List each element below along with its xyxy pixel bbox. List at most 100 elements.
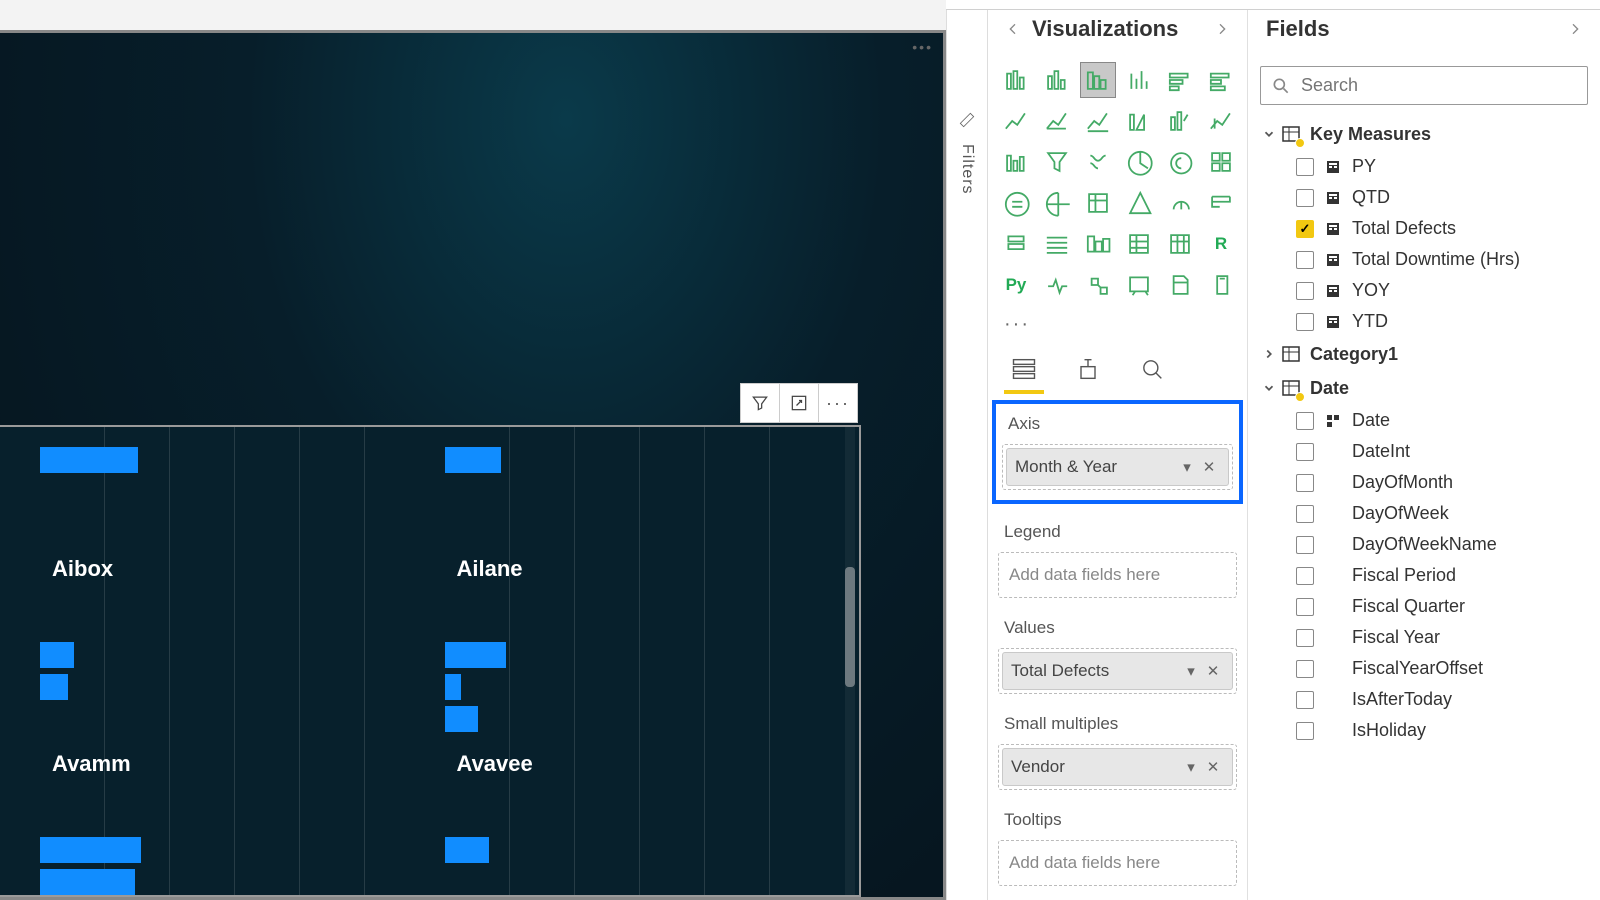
remove-icon[interactable]: ✕ (1202, 758, 1224, 776)
viz-type-icon[interactable] (1121, 185, 1157, 221)
field-row[interactable]: Total Downtime (Hrs) (1256, 244, 1592, 275)
field-checkbox[interactable] (1296, 536, 1314, 554)
fields-collapse-icon[interactable] (1562, 16, 1588, 42)
scrollbar-thumb[interactable] (845, 567, 855, 687)
viz-type-icon[interactable] (998, 144, 1034, 180)
fields-search-input[interactable] (1301, 75, 1577, 96)
field-row[interactable]: PY (1256, 151, 1592, 182)
viz-type-icon[interactable] (1039, 267, 1075, 303)
viz-type-icon[interactable] (1203, 62, 1239, 98)
visual-scrollbar[interactable] (845, 427, 855, 895)
viz-type-icon[interactable] (1121, 62, 1157, 98)
viz-type-icon[interactable] (1162, 267, 1198, 303)
table-row[interactable]: Date (1256, 371, 1592, 405)
field-checkbox[interactable] (1296, 474, 1314, 492)
field-checkbox[interactable] (1296, 567, 1314, 585)
fields-search[interactable] (1260, 66, 1588, 105)
field-checkbox[interactable] (1296, 220, 1314, 238)
viz-type-icon[interactable] (1080, 185, 1116, 221)
viz-type-icon[interactable] (1039, 144, 1075, 180)
field-row[interactable]: IsHoliday (1256, 715, 1592, 746)
viz-type-icon[interactable] (1080, 103, 1116, 139)
field-checkbox[interactable] (1296, 722, 1314, 740)
viz-type-icon[interactable] (1162, 144, 1198, 180)
small-multiples-visual[interactable]: AiboxAilaneAvammAvaveeBlognationBlogpad (0, 425, 861, 897)
viz-collapse-left-icon[interactable] (1000, 16, 1026, 42)
viz-type-icon[interactable] (998, 62, 1034, 98)
legend-well[interactable]: Add data fields here (998, 552, 1237, 598)
viz-type-icon[interactable] (1162, 103, 1198, 139)
table-row[interactable]: Category1 (1256, 337, 1592, 371)
filters-pane-collapsed[interactable]: Filters (946, 0, 988, 900)
analytics-tab-icon[interactable] (1132, 352, 1172, 386)
field-row[interactable]: FiscalYearOffset (1256, 653, 1592, 684)
bar[interactable] (40, 837, 141, 863)
bar[interactable] (40, 642, 74, 668)
chevron-down-icon[interactable]: ▾ (1180, 662, 1202, 680)
viz-type-icon[interactable] (1162, 62, 1198, 98)
field-row[interactable]: DayOfWeekName (1256, 529, 1592, 560)
viz-type-icon[interactable] (1039, 62, 1075, 98)
field-row[interactable]: DateInt (1256, 436, 1592, 467)
field-checkbox[interactable] (1296, 691, 1314, 709)
viz-type-icon[interactable] (1039, 103, 1075, 139)
visual-more-icon[interactable]: ··· (818, 383, 858, 423)
field-row[interactable]: DayOfMonth (1256, 467, 1592, 498)
tooltips-well[interactable]: Add data fields here (998, 840, 1237, 886)
viz-type-icon[interactable]: R (1203, 226, 1239, 262)
field-row[interactable]: YTD (1256, 306, 1592, 337)
viz-type-icon[interactable] (1080, 62, 1116, 98)
field-checkbox[interactable] (1296, 251, 1314, 269)
viz-type-icon[interactable]: Py (998, 267, 1034, 303)
field-checkbox[interactable] (1296, 629, 1314, 647)
values-well[interactable]: Total Defects ▾ ✕ (998, 648, 1237, 694)
field-row[interactable]: Fiscal Quarter (1256, 591, 1592, 622)
viz-more-icon[interactable]: ··· (996, 309, 1239, 346)
visual-filter-icon[interactable] (740, 383, 780, 423)
viz-type-icon[interactable] (998, 185, 1034, 221)
field-checkbox[interactable] (1296, 313, 1314, 331)
viz-type-icon[interactable] (1121, 267, 1157, 303)
axis-well[interactable]: Month & Year ▾ ✕ (1002, 444, 1233, 490)
fields-tab-icon[interactable] (1004, 352, 1044, 386)
bar[interactable] (40, 674, 68, 700)
bar[interactable] (445, 674, 462, 700)
field-row[interactable]: Fiscal Period (1256, 560, 1592, 591)
small-multiples-well[interactable]: Vendor ▾ ✕ (998, 744, 1237, 790)
viz-type-icon[interactable] (1039, 226, 1075, 262)
remove-icon[interactable]: ✕ (1202, 662, 1224, 680)
format-tab-icon[interactable] (1068, 352, 1108, 386)
field-row[interactable]: IsAfterToday (1256, 684, 1592, 715)
focus-mode-icon[interactable] (779, 383, 819, 423)
field-row[interactable]: DayOfWeek (1256, 498, 1592, 529)
field-row[interactable]: Total Defects (1256, 213, 1592, 244)
field-checkbox[interactable] (1296, 443, 1314, 461)
axis-pill[interactable]: Month & Year ▾ ✕ (1006, 448, 1229, 486)
viz-type-icon[interactable] (1121, 103, 1157, 139)
viz-type-icon[interactable] (1203, 185, 1239, 221)
small-multiples-pill[interactable]: Vendor ▾ ✕ (1002, 748, 1233, 786)
field-checkbox[interactable] (1296, 505, 1314, 523)
field-row[interactable]: Fiscal Year (1256, 622, 1592, 653)
values-pill[interactable]: Total Defects ▾ ✕ (1002, 652, 1233, 690)
field-row[interactable]: QTD (1256, 182, 1592, 213)
viz-type-icon[interactable] (1162, 185, 1198, 221)
viz-type-icon[interactable] (1162, 226, 1198, 262)
viz-type-icon[interactable] (998, 226, 1034, 262)
bar[interactable] (445, 706, 479, 732)
field-checkbox[interactable] (1296, 282, 1314, 300)
chevron-down-icon[interactable]: ▾ (1180, 758, 1202, 776)
viz-type-icon[interactable] (1080, 267, 1116, 303)
bar[interactable] (445, 642, 507, 668)
chevron-down-icon[interactable]: ▾ (1176, 458, 1198, 476)
report-canvas[interactable]: ••• ··· AiboxAilaneAvammAvaveeBlognation… (0, 0, 946, 900)
bar[interactable] (445, 837, 490, 863)
remove-icon[interactable]: ✕ (1198, 458, 1220, 476)
field-checkbox[interactable] (1296, 158, 1314, 176)
viz-type-icon[interactable] (998, 103, 1034, 139)
bar[interactable] (445, 447, 501, 473)
bar[interactable] (40, 869, 135, 895)
viz-collapse-right-icon[interactable] (1209, 16, 1235, 42)
viz-type-icon[interactable] (1039, 185, 1075, 221)
field-checkbox[interactable] (1296, 189, 1314, 207)
